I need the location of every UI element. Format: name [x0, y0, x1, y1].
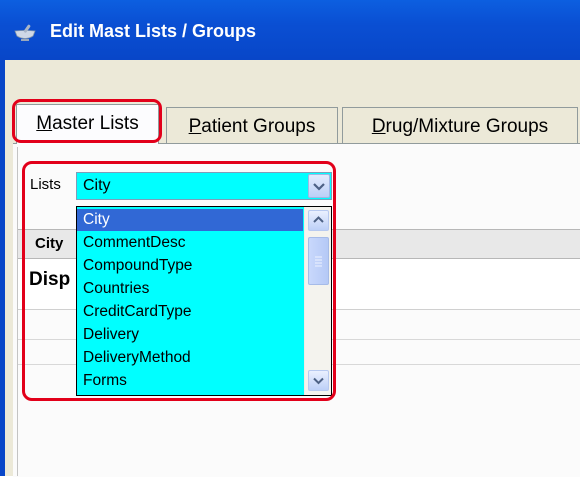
tab-patient-groups[interactable]: Patient Groups [166, 107, 338, 143]
tab-drug-mixture-groups-label: rug/Mixture Groups [385, 116, 549, 137]
title-bar[interactable]: Edit Mast Lists / Groups [0, 0, 580, 60]
window-left-border [0, 60, 5, 476]
tab-drug-mixture-groups[interactable]: Drug/Mixture Groups [342, 107, 578, 143]
tab-patient-groups-label: atient Groups [201, 116, 316, 137]
tab-patient-groups-accel: P [188, 116, 202, 137]
mortar-pestle-icon [14, 24, 36, 41]
highlight-lists-panel [22, 161, 336, 401]
highlight-master-lists-tab [12, 99, 162, 143]
tab-drug-mixture-groups-accel: D [371, 116, 386, 137]
window-title: Edit Mast Lists / Groups [50, 21, 257, 41]
